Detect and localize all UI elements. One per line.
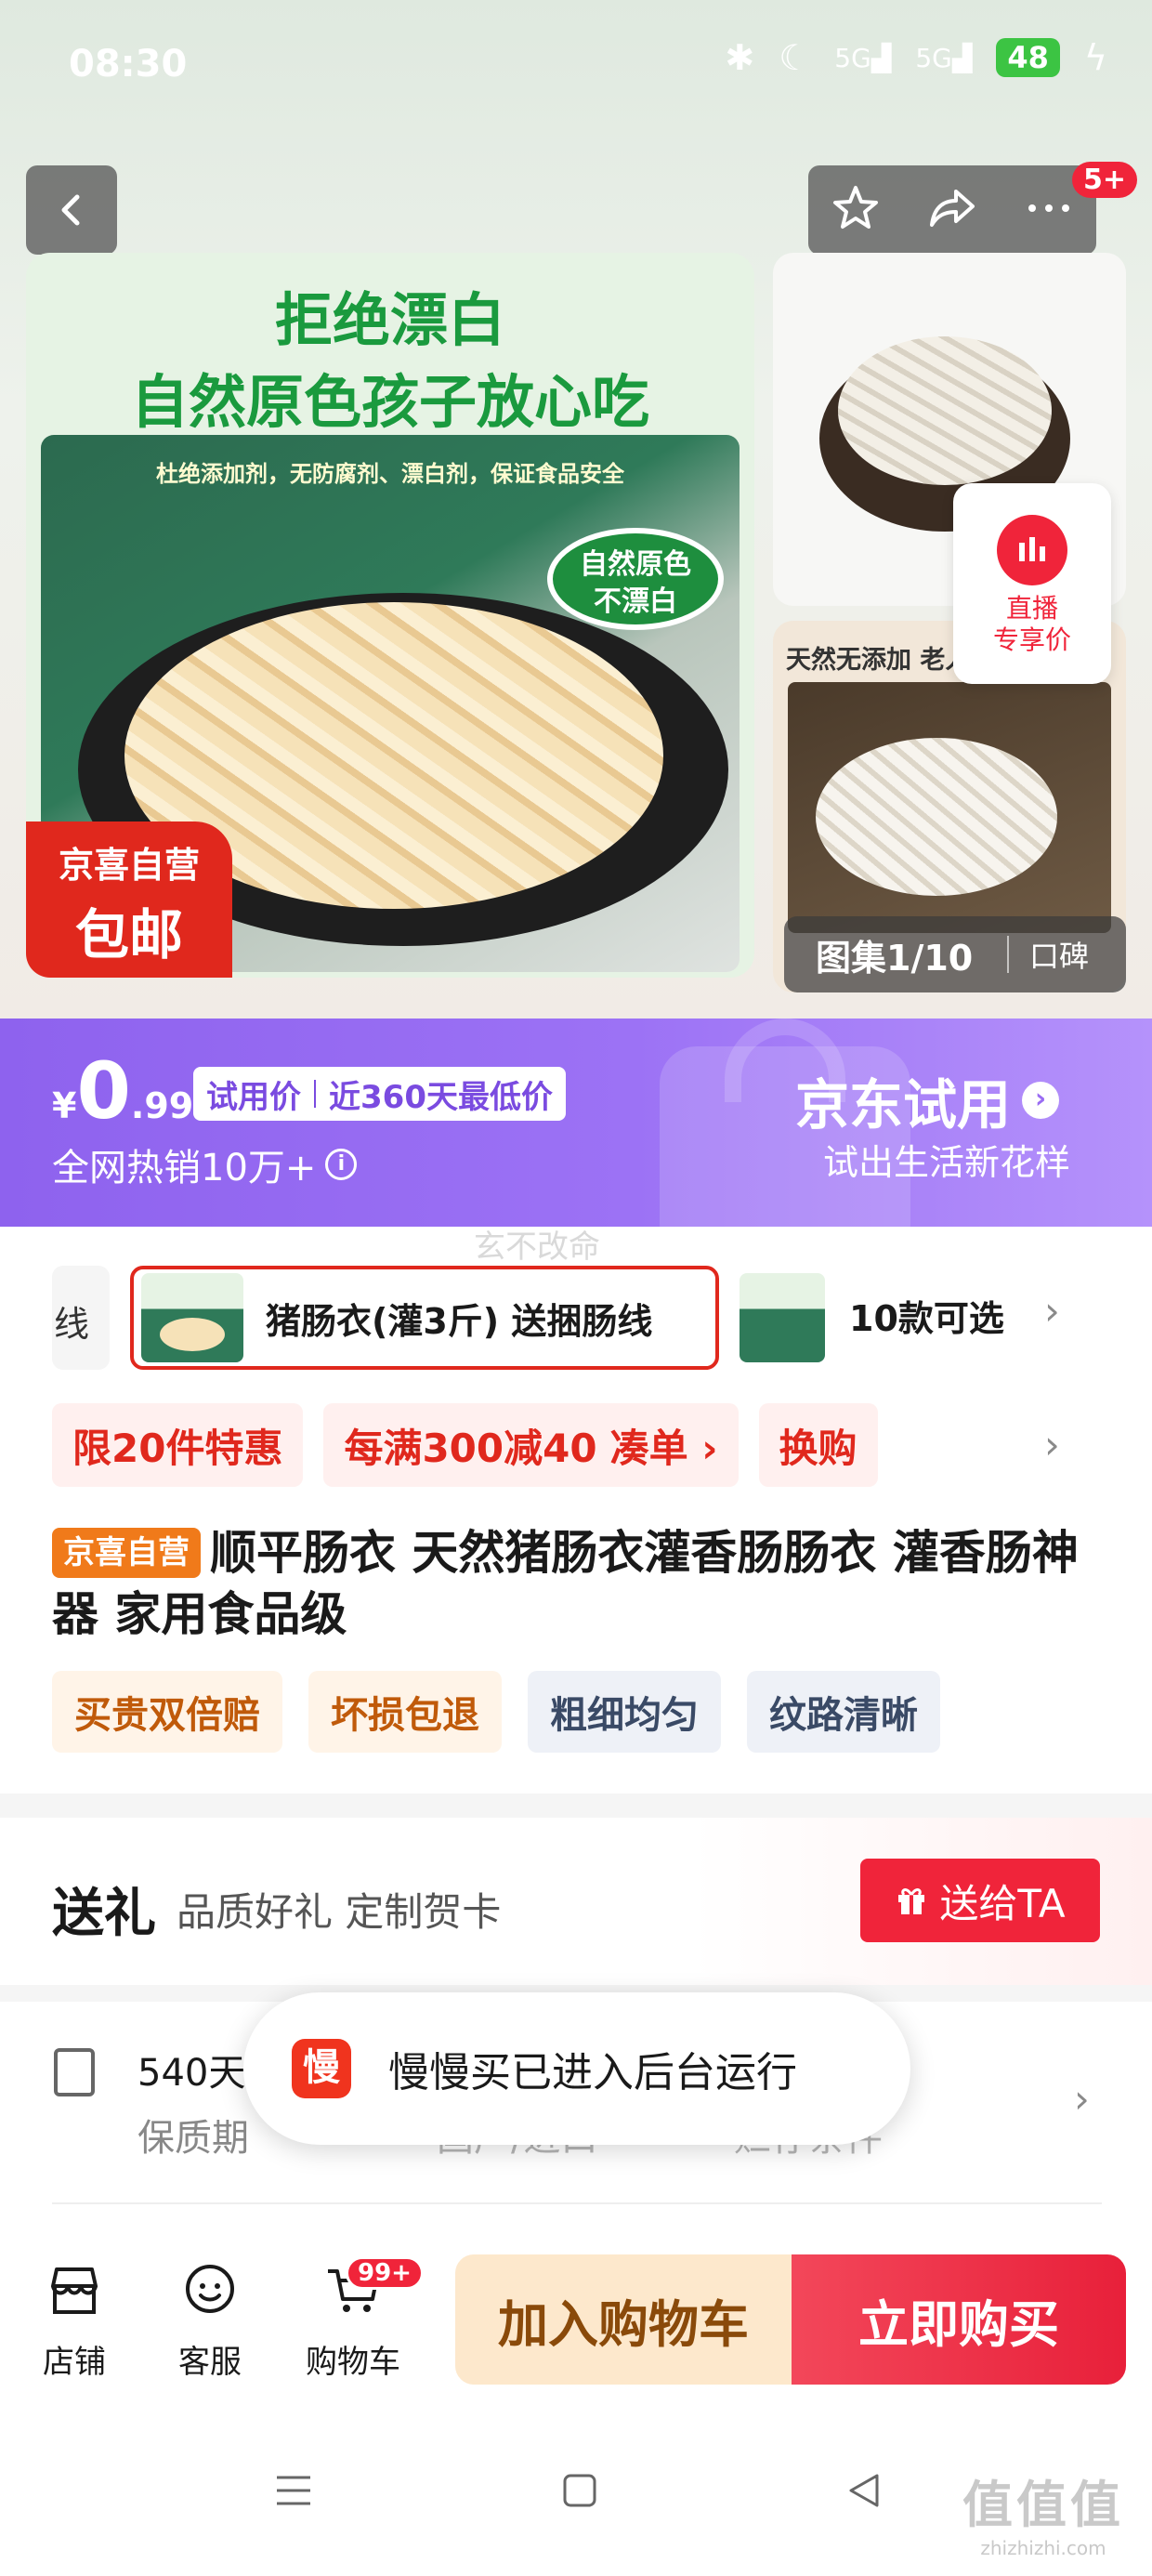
gift-title: 送礼 <box>52 1884 156 1944</box>
chevron-right-icon[interactable]: › <box>1044 1288 1060 1334</box>
price-decimal: .99 <box>130 1085 194 1126</box>
photo-caption: 杜绝添加剂，无防腐剂、漂白剂，保证食品安全 <box>156 461 624 487</box>
sku-count[interactable]: 10款可选 <box>849 1290 1004 1341</box>
document-icon <box>54 2048 95 2096</box>
sku-selector[interactable]: 线 猪肠衣(灌3斤) 送捆肠线 10款可选 › <box>0 1255 1152 1385</box>
tag-damage-return[interactable]: 坏损包退 <box>308 1671 502 1753</box>
sku-thumbnail-next[interactable] <box>740 1273 825 1362</box>
buy-now-button[interactable]: 立即购买 <box>792 2254 1126 2385</box>
tag-double-compensation[interactable]: 买贵双倍赔 <box>52 1671 282 1753</box>
thumbnail-photo <box>788 682 1111 933</box>
promo-discount-link[interactable]: 凑单 › <box>610 1417 718 1474</box>
product-gallery[interactable]: 08:30 ✱ ☾ 5G▟ 5G▟ 48 ϟ 5+ 拒绝漂白 自然原色孩子放心吃… <box>0 0 1152 1022</box>
price-type-tag: 试用价 近360天最低价 <box>193 1067 566 1121</box>
bottom-action-bar: 店铺 客服 购物车 99+ 加入购物车 立即购买 <box>0 2212 1152 2398</box>
section-divider <box>0 1794 1152 1818</box>
status-time: 08:30 <box>69 43 188 85</box>
trial-price-banner[interactable]: ¥ 0 .99 试用价 近360天最低价 全网热销10万+ i 京东试用 › 试… <box>0 1019 1152 1227</box>
customer-service-button[interactable]: 客服 <box>154 2258 266 2382</box>
status-bar: 08:30 ✱ ☾ 5G▟ 5G▟ 48 ϟ <box>0 0 1152 139</box>
sku-option-prev[interactable]: 线 <box>52 1266 110 1370</box>
store-button[interactable]: 店铺 <box>19 2258 130 2382</box>
shelf-life-label: 保质期 <box>137 2117 249 2160</box>
review-tab[interactable]: 口碑 <box>1009 933 1089 976</box>
promo-exchange[interactable]: 换购 <box>758 1403 878 1487</box>
store-icon <box>51 2267 98 2314</box>
main-heading-1: 拒绝漂白 <box>274 286 505 354</box>
natural-color-bubble: 自然原色 不漂白 <box>547 528 724 630</box>
toast-message: 慢慢买已进入后台运行 <box>388 2049 797 2096</box>
price: ¥ 0 .99 <box>52 1052 193 1130</box>
live-bars-icon <box>997 515 1067 585</box>
signal-icon: 5G▟ <box>834 42 892 73</box>
back-arrow-icon <box>61 194 80 226</box>
back-button[interactable] <box>26 165 117 255</box>
promotion-row: 限20件特惠 每满300减40 凑单 › 换购 <box>52 1403 878 1487</box>
customer-service-label: 客服 <box>178 2344 242 2381</box>
chevron-right-icon[interactable]: › <box>1074 2076 1090 2122</box>
home-icon[interactable] <box>557 2468 602 2513</box>
manmanmai-app-icon: 慢 <box>292 2039 351 2098</box>
main-heading-2: 自然原色孩子放心吃 <box>130 368 649 436</box>
shelf-life-value: 540天 <box>137 2052 246 2095</box>
gift-subtitle: 品质好礼 定制贺卡 <box>177 1889 502 1935</box>
gallery-counter[interactable]: 图集1/10 口碑 <box>784 916 1126 992</box>
cart-badge: 99+ <box>346 2256 424 2290</box>
service-tags: 买贵双倍赔 坏损包退 粗细均匀 纹路清晰 <box>52 1671 940 1753</box>
favorite-star-icon[interactable] <box>830 182 882 238</box>
main-product-image[interactable]: 拒绝漂白 自然原色孩子放心吃 杜绝添加剂，无防腐剂、漂白剂，保证食品安全 自然原… <box>26 253 754 978</box>
jd-trial-link[interactable]: 京东试用 › <box>795 1061 1060 1139</box>
status-icons: ✱ ☾ 5G▟ 5G▟ 48 ϟ <box>725 37 1107 78</box>
system-navigation-bar: 值值值 zhizhizhi.com <box>0 2416 1152 2576</box>
currency-symbol: ¥ <box>52 1085 77 1126</box>
cart-label: 购物车 <box>306 2344 400 2381</box>
battery-icon: 48 <box>996 38 1060 77</box>
divider <box>52 2202 1102 2204</box>
charging-icon: ϟ <box>1083 37 1107 78</box>
gallery-count: 图集1/10 <box>816 937 974 979</box>
jx-free-shipping-tag: 京喜自营 包邮 <box>26 821 232 978</box>
jx-self-badge: 京喜自营 <box>52 1528 201 1578</box>
live-price-button[interactable]: 直播 专享价 <box>953 483 1111 684</box>
sku-name: 猪肠衣(灌3斤) 送捆肠线 <box>266 1300 653 1342</box>
store-label: 店铺 <box>43 2344 106 2381</box>
sku-option-selected[interactable]: 猪肠衣(灌3斤) 送捆肠线 <box>130 1266 719 1370</box>
promo-limited[interactable]: 限20件特惠 <box>52 1403 304 1487</box>
price-integer: 0 <box>76 1045 131 1137</box>
gift-section[interactable]: 送礼 品质好礼 定制贺卡 送给TA <box>0 1818 1152 1985</box>
sku-thumbnail <box>141 1273 243 1362</box>
product-title: 京喜自营 顺平肠衣 天然猪肠衣灌香肠肠衣 灌香肠神器 家用食品级 <box>52 1522 1102 1645</box>
chevron-right-icon[interactable]: › <box>1044 1422 1060 1467</box>
product-title-text: 顺平肠衣 天然猪肠衣灌香肠肠衣 灌香肠神器 家用食品级 <box>52 1526 1079 1641</box>
gift-icon <box>898 1888 925 1914</box>
promo-discount[interactable]: 每满300减40 凑单 › <box>323 1403 739 1487</box>
tag-even-thickness[interactable]: 粗细均匀 <box>528 1671 721 1753</box>
message-badge: 5+ <box>1071 162 1137 198</box>
signal-icon: 5G▟ <box>915 42 973 73</box>
trial-subtitle: 试出生活新花样 <box>823 1142 1071 1183</box>
info-icon[interactable]: i <box>325 1149 358 1180</box>
header-actions <box>808 165 1096 255</box>
share-icon[interactable] <box>924 182 980 238</box>
hot-sale-text[interactable]: 全网热销10万+ i <box>52 1137 358 1191</box>
background-run-toast: 慢 慢慢买已进入后台运行 <box>243 1992 910 2145</box>
casing-graphic <box>816 738 1057 896</box>
add-to-cart-button[interactable]: 加入购物车 <box>455 2254 792 2385</box>
moon-icon: ☾ <box>779 37 811 78</box>
casing-graphic <box>838 336 1052 485</box>
back-triangle-icon[interactable] <box>842 2468 886 2513</box>
bluetooth-icon: ✱ <box>725 37 755 78</box>
tag-clear-texture[interactable]: 纹路清晰 <box>747 1671 940 1753</box>
live-label-2: 专享价 <box>992 624 1071 655</box>
send-gift-button[interactable]: 送给TA <box>860 1859 1100 1942</box>
menu-icon[interactable] <box>271 2468 316 2513</box>
customer-service-icon <box>186 2265 234 2313</box>
live-label: 直播 <box>1005 593 1058 624</box>
more-options-icon[interactable] <box>1023 182 1075 238</box>
site-watermark: 值值值 zhizhizhi.com <box>962 2476 1124 2559</box>
chevron-right-icon: › <box>1022 1082 1060 1119</box>
